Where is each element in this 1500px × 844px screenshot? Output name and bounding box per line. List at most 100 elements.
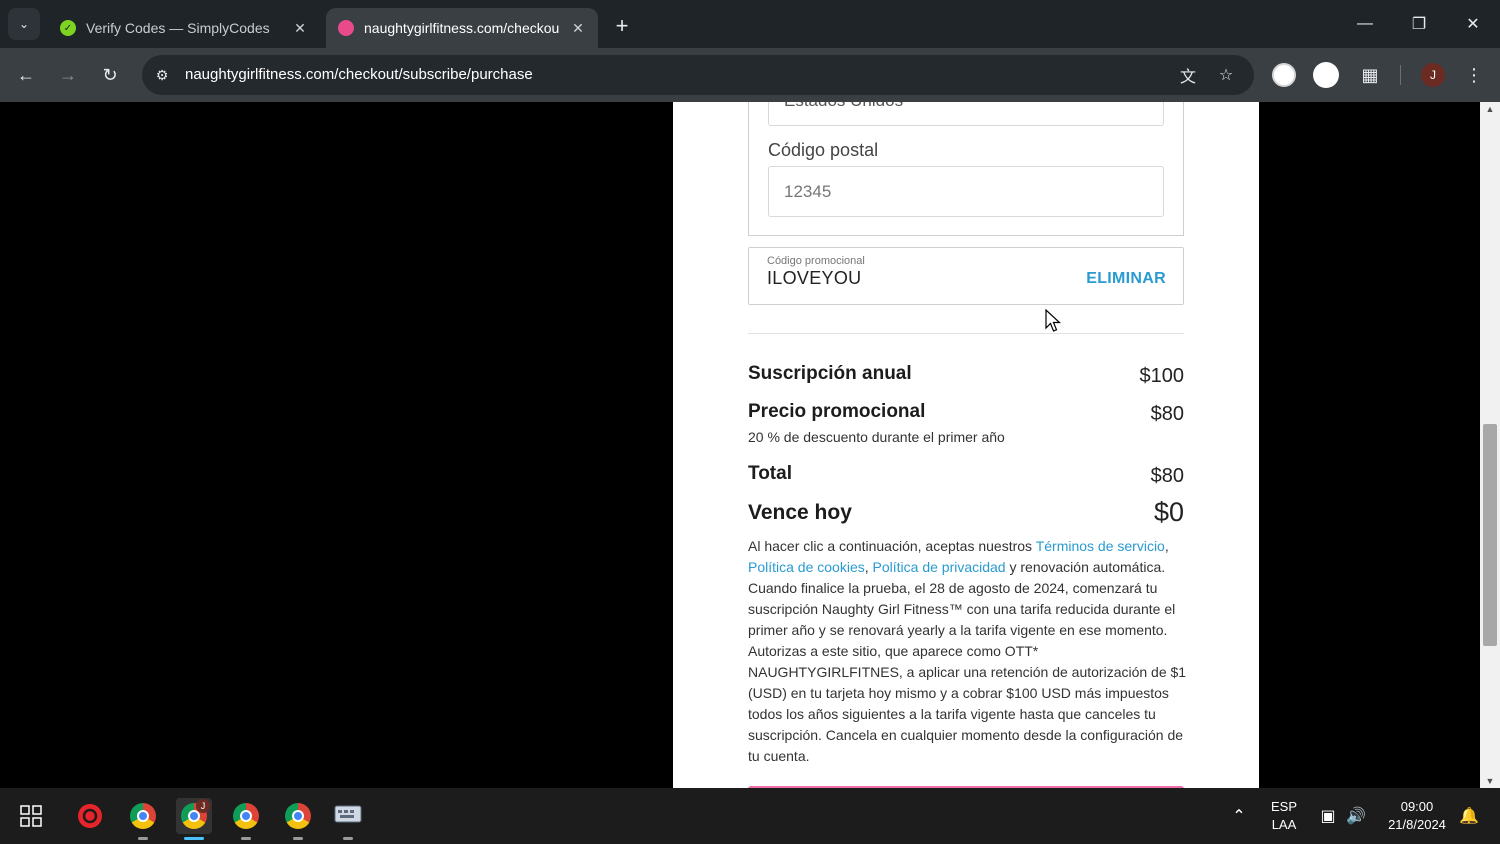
windows-taskbar: J ⌃ ESP LAA ▣ 🔊 09:00 21/8/2024 🔔	[0, 788, 1500, 844]
running-indicator	[241, 837, 251, 840]
taskbar-app-keyboard[interactable]	[330, 798, 366, 840]
taskbar-chrome-2[interactable]: J	[176, 798, 212, 840]
notifications-button[interactable]: 🔔	[1458, 805, 1480, 827]
chrome-icon	[130, 803, 156, 829]
total-price: $80	[1150, 465, 1184, 487]
running-indicator	[293, 837, 303, 840]
total-label: Total	[748, 463, 792, 484]
back-button[interactable]: ←	[12, 61, 40, 89]
promo-discount-note: 20 % de descuento durante el primer año	[748, 429, 1005, 445]
promo-price-value: $80	[1150, 403, 1184, 425]
profile-avatar[interactable]: J	[1421, 63, 1445, 87]
clock[interactable]: 09:00 21/8/2024	[1376, 798, 1458, 834]
new-tab-button[interactable]: +	[608, 12, 636, 40]
volume-button[interactable]: 🔊	[1345, 805, 1367, 827]
speaker-icon: 🔊	[1346, 808, 1366, 825]
plus-icon: +	[615, 13, 629, 38]
scrollbar-thumb[interactable]	[1483, 424, 1497, 646]
browser-tab-strip: ⌄ ✓ Verify Codes — SimplyCodes ✕ naughty…	[0, 0, 1500, 48]
zip-input[interactable]: 12345	[768, 166, 1164, 217]
promo-code-label: Código promocional	[767, 255, 865, 267]
clock-time: 09:00	[1400, 799, 1434, 814]
site-settings-icon[interactable]: ⚙	[152, 65, 172, 85]
tab-title: naughtygirlfitness.com/checkou	[364, 20, 560, 36]
legal-separator: ,	[864, 559, 873, 575]
shield-app-icon	[78, 804, 102, 828]
forward-button[interactable]: →	[54, 61, 82, 89]
url-text: naughtygirlfitness.com/checkout/subscrib…	[185, 66, 533, 83]
more-vertical-icon: ⋮	[1465, 64, 1483, 85]
promo-code-field[interactable]: Código promocional ILOVEYOU ELIMINAR	[748, 247, 1184, 305]
promo-price-label: Precio promocional	[748, 401, 926, 422]
tab-search-button[interactable]: ⌄	[8, 8, 40, 40]
minimize-icon: —	[1357, 15, 1373, 32]
country-select[interactable]: Estados Unidos ⌄	[768, 102, 1164, 126]
extension-icon	[1272, 63, 1296, 87]
translate-icon[interactable]: 文	[1178, 65, 1198, 86]
annual-subscription-label: Suscripción anual	[748, 363, 912, 384]
extension-icon	[1313, 62, 1339, 88]
browser-menu-button[interactable]: ⋮	[1460, 61, 1488, 89]
arrow-left-icon: ←	[17, 64, 35, 85]
tab-title: Verify Codes — SimplyCodes	[86, 20, 270, 36]
toolbar-divider	[1400, 65, 1401, 85]
privacy-policy-link[interactable]: Política de privacidad	[873, 559, 1006, 575]
cookie-policy-link[interactable]: Política de cookies	[748, 559, 865, 575]
zip-label: Código postal	[768, 140, 879, 160]
legal-disclaimer: Al hacer clic a continuación, aceptas nu…	[748, 536, 1188, 767]
arrow-right-icon: →	[59, 64, 77, 85]
minimize-button[interactable]: —	[1338, 0, 1392, 48]
chevron-down-icon: ⌄	[1139, 102, 1149, 105]
taskbar-chrome-4[interactable]	[280, 798, 316, 840]
close-icon[interactable]: ✕	[292, 20, 308, 37]
clock-date: 21/8/2024	[1388, 817, 1446, 832]
section-divider	[748, 333, 1184, 334]
browser-toolbar: ← → ↻ ⚙ naughtygirlfitness.com/checkout/…	[0, 48, 1500, 102]
running-indicator	[343, 837, 353, 840]
extension-button[interactable]	[1270, 61, 1298, 89]
restore-icon: ❐	[1411, 16, 1427, 33]
checkout-card: Estados Unidos ⌄ Código postal 12345 Cód…	[673, 102, 1259, 788]
profile-badge: J	[196, 799, 210, 813]
remove-promo-button[interactable]: ELIMINAR	[1086, 270, 1166, 288]
taskbar-chrome-3[interactable]	[228, 798, 264, 840]
chevron-up-icon: ⌃	[1232, 808, 1246, 825]
chrome-icon	[285, 803, 311, 829]
address-bar[interactable]: ⚙ naughtygirlfitness.com/checkout/subscr…	[142, 55, 1254, 95]
reload-button[interactable]: ↻	[96, 61, 124, 89]
close-window-button[interactable]: ✕	[1446, 0, 1500, 48]
extensions-menu-button[interactable]: ▦	[1356, 61, 1384, 89]
taskbar-app-red[interactable]	[72, 798, 108, 834]
scroll-up-icon[interactable]: ▲	[1485, 104, 1495, 114]
network-icon: ▣	[1320, 808, 1336, 825]
tab-simplycodes[interactable]: ✓ Verify Codes — SimplyCodes ✕	[48, 8, 320, 48]
puzzle-icon: ▦	[1361, 64, 1379, 85]
chrome-icon	[233, 803, 259, 829]
extension-button[interactable]	[1312, 61, 1340, 89]
scroll-down-icon[interactable]: ▼	[1485, 776, 1495, 786]
show-hidden-icons-button[interactable]: ⌃	[1228, 805, 1250, 827]
page-viewport: Estados Unidos ⌄ Código postal 12345 Cód…	[0, 102, 1480, 788]
close-icon[interactable]: ✕	[570, 20, 586, 37]
language-code: ESP	[1270, 799, 1297, 814]
legal-separator: ,	[1164, 538, 1169, 554]
terms-of-service-link[interactable]: Términos de servicio	[1036, 538, 1165, 554]
due-today-label: Vence hoy	[748, 501, 852, 524]
zip-placeholder: 12345	[784, 182, 832, 201]
keyboard-app-icon	[334, 805, 362, 823]
restore-button[interactable]: ❐	[1392, 0, 1446, 48]
running-indicator	[138, 837, 148, 840]
input-language[interactable]: ESP LAA	[1264, 798, 1304, 834]
annual-subscription-price: $100	[1139, 365, 1185, 387]
bell-icon: 🔔	[1459, 808, 1479, 825]
mouse-cursor-icon	[1045, 309, 1061, 332]
tab-naughtygirlfitness[interactable]: naughtygirlfitness.com/checkou ✕	[326, 8, 598, 48]
page-scrollbar[interactable]: ▲ ▼	[1480, 102, 1500, 788]
taskbar-chrome-1[interactable]	[125, 798, 161, 840]
chevron-down-icon: ⌄	[18, 17, 30, 31]
star-icon[interactable]: ☆	[1216, 65, 1236, 85]
task-view-button[interactable]	[13, 798, 49, 834]
network-button[interactable]: ▣	[1317, 805, 1339, 827]
country-value: Estados Unidos	[784, 102, 903, 111]
close-icon: ✕	[1466, 16, 1480, 33]
